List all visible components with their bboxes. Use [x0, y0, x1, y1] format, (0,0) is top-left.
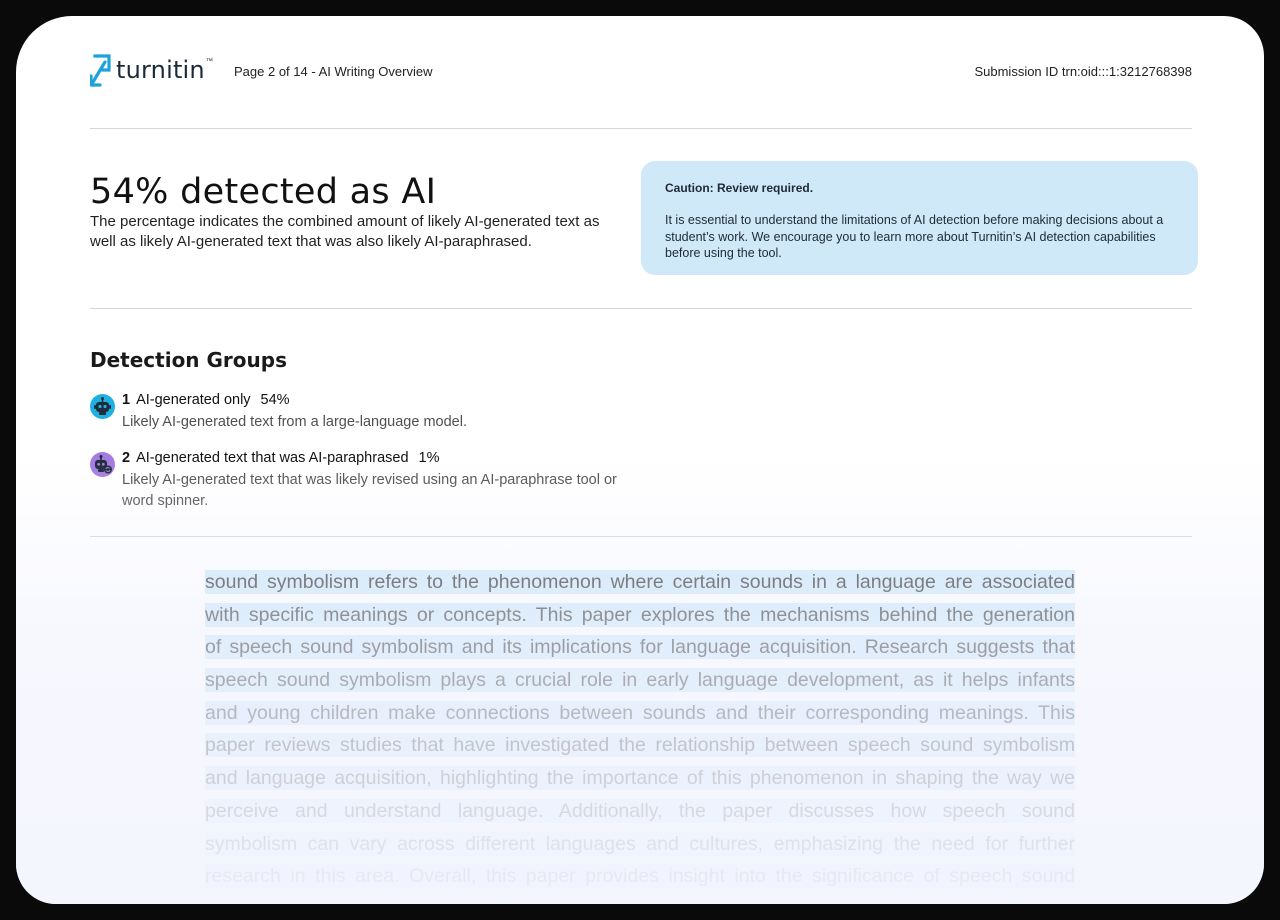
device-frame: turnitin ™ Page 2 of 14 - AI Writing Ove… — [0, 0, 1280, 920]
turnitin-logo-icon — [90, 54, 111, 87]
document-line-text: perceive and understand language. Additi… — [205, 799, 1075, 822]
detection-groups-title: Detection Groups — [90, 348, 287, 372]
document-line-text: with specific meanings or concepts. This… — [205, 603, 1075, 626]
document-line: speech sound symbolism plays a crucial r… — [205, 664, 1075, 697]
group-description: Likely AI-generated text from a large-la… — [122, 414, 467, 430]
report-page: turnitin ™ Page 2 of 14 - AI Writing Ove… — [16, 16, 1264, 904]
document-line-text: speech sound symbolism plays a crucial r… — [205, 669, 1075, 692]
document-line: and language acquisition, highlighting t… — [205, 762, 1075, 795]
caution-body: It is essential to understand the limita… — [665, 213, 1164, 260]
document-line-text: research in this area. Overall, this pap… — [205, 865, 1075, 888]
header-divider — [90, 128, 1192, 129]
group-heading: 1 AI-generated only 54% — [122, 392, 290, 408]
document-line: sound symbolism refers to the phenomenon… — [205, 566, 1075, 599]
robot-paraphrase-icon — [90, 452, 115, 477]
group-number: 2 — [122, 450, 131, 466]
group-label: AI-generated only — [136, 392, 251, 408]
groups-divider — [90, 536, 1192, 537]
submission-id: Submission ID trn:oid:::1:3212768398 — [974, 64, 1192, 79]
group-label: AI-generated text that was AI-paraphrase… — [136, 450, 409, 466]
document-line: perceive and understand language. Additi… — [205, 795, 1075, 828]
document-line-text: and young children make connections betw… — [205, 701, 1075, 724]
caution-title: Caution: Review required. — [665, 181, 814, 195]
document-line-text: paper reviews studies that have investig… — [205, 734, 1075, 757]
document-line-text: of speech sound symbolism and its implic… — [205, 636, 1075, 659]
summary-divider — [90, 308, 1192, 309]
group-percent: 54% — [260, 392, 290, 408]
document-line-text: symbolism can vary across different lang… — [205, 832, 1075, 855]
logo-trademark: ™ — [205, 57, 213, 65]
document-line: paper reviews studies that have investig… — [205, 729, 1075, 762]
document-line-text: and language acquisition, highlighting t… — [205, 767, 1075, 790]
page-info: Page 2 of 14 - AI Writing Overview — [234, 64, 433, 79]
document-line: with specific meanings or concepts. This… — [205, 599, 1075, 632]
group-description: Likely AI-generated text that was likely… — [122, 472, 617, 509]
group-percent: 1% — [418, 450, 440, 466]
document-text: sound symbolism refers to the phenomenon… — [205, 566, 1075, 893]
document-line-text: sound symbolism refers to the phenomenon… — [205, 571, 1075, 593]
turnitin-logo: turnitin ™ — [90, 54, 213, 88]
group-number: 1 — [122, 392, 131, 408]
ai-percentage-headline: 54% detected as AI — [90, 172, 437, 212]
document-line: of speech sound symbolism and its implic… — [205, 631, 1075, 664]
caution-box: Caution: Review required. It is essentia… — [641, 161, 1198, 275]
percentage-explanation: The percentage indicates the combined am… — [90, 213, 600, 250]
group-heading: 2 AI-generated text that was AI-paraphras… — [122, 450, 440, 466]
logo-wordmark: turnitin — [116, 56, 205, 84]
document-line: and young children make connections betw… — [205, 697, 1075, 730]
document-line: symbolism can vary across different lang… — [205, 828, 1075, 861]
robot-icon — [90, 394, 115, 419]
document-line: research in this area. Overall, this pap… — [205, 860, 1075, 893]
report-header: turnitin ™ Page 2 of 14 - AI Writing Ove… — [90, 54, 1192, 94]
